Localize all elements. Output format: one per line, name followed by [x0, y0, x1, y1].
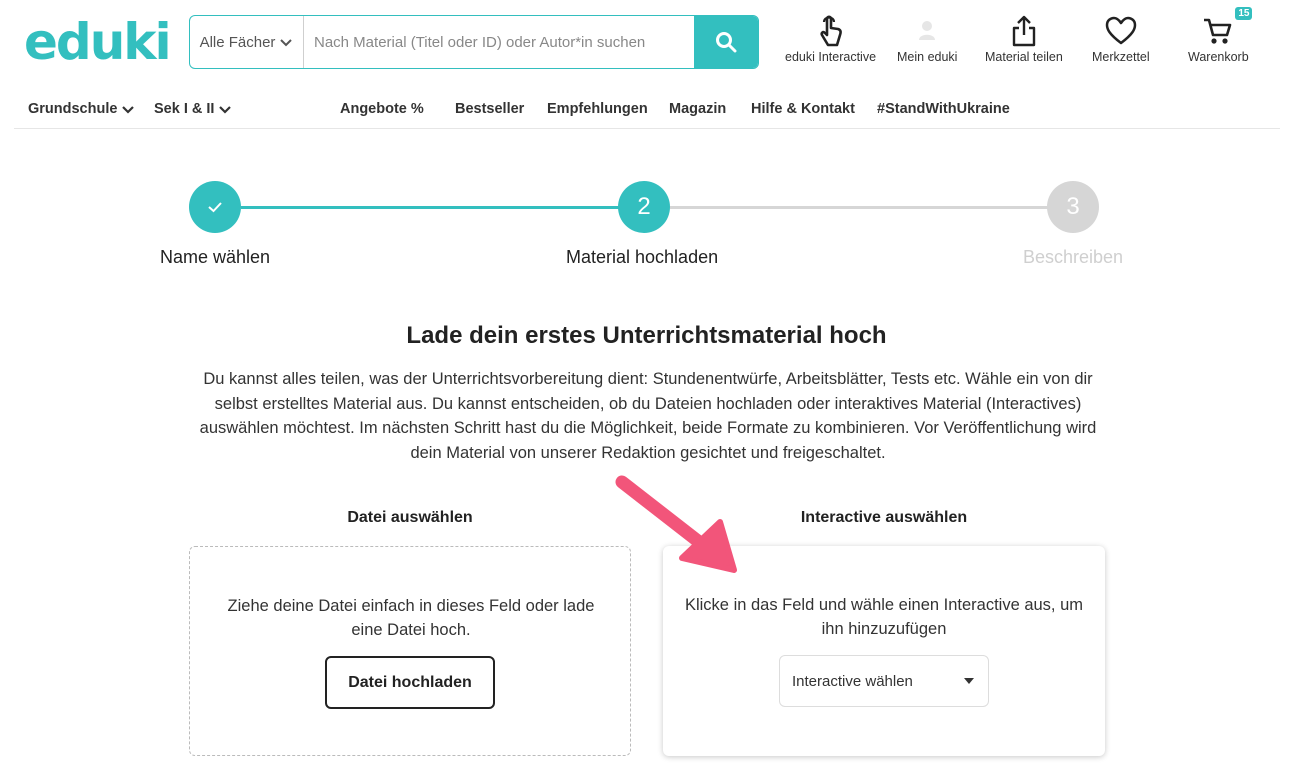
- header-icon-label: Warenkorb: [1188, 50, 1249, 64]
- share-icon: [1012, 15, 1036, 47]
- category-dropdown[interactable]: Alle Fächer: [190, 16, 304, 68]
- nav-label: Sek I & II: [154, 101, 215, 117]
- eduki-logo[interactable]: eduki: [24, 14, 172, 70]
- nav-empfehlungen[interactable]: Empfehlungen: [547, 101, 648, 117]
- nav-magazin[interactable]: Magazin: [669, 101, 726, 117]
- chevron-down-icon: [280, 39, 293, 47]
- step-number: 2: [637, 193, 651, 220]
- caret-down-icon: [964, 678, 974, 684]
- file-dropzone[interactable]: Ziehe deine Datei einfach in dieses Feld…: [189, 546, 631, 756]
- step-3-label: Beschreiben: [1023, 247, 1124, 267]
- intro-text: Du kannst alles teilen, was der Unterric…: [199, 370, 1097, 462]
- header-icon-label: Material teilen: [985, 50, 1063, 64]
- cart-count-badge: 15: [1235, 7, 1253, 20]
- nav-angebote[interactable]: Angebote %: [340, 101, 424, 117]
- nav-stand-with-ukraine[interactable]: #StandWithUkraine: [877, 101, 1010, 117]
- step-3-circle: 3: [1047, 181, 1099, 233]
- heart-icon: [1105, 16, 1137, 45]
- search-bar: Alle Fächer: [189, 15, 759, 69]
- header-material-teilen[interactable]: Material teilen: [985, 12, 1063, 64]
- step-1-label: Name wählen: [160, 247, 271, 267]
- chevron-down-icon: [122, 106, 135, 114]
- search-icon: [716, 32, 737, 53]
- hand-pointer-icon: [819, 15, 842, 47]
- cart-icon: [1204, 18, 1232, 44]
- stepper-line-upcoming: [670, 206, 1048, 209]
- nav-sek[interactable]: Sek I & II: [154, 101, 232, 117]
- header-warenkorb[interactable]: 15 Warenkorb: [1188, 7, 1253, 64]
- header-icon-label: eduki Interactive: [785, 50, 877, 64]
- file-section-heading: Datei auswählen: [347, 509, 473, 526]
- nav-label: Grundschule: [28, 101, 118, 117]
- category-label: Alle Fächer: [199, 33, 276, 51]
- header-icon-label: Mein eduki: [897, 50, 958, 64]
- header-icon-label: Merkzettel: [1092, 50, 1150, 64]
- step-2-label: Material hochladen: [566, 247, 719, 267]
- header-eduki-interactive[interactable]: eduki Interactive: [785, 12, 876, 64]
- header-mein-eduki[interactable]: Mein eduki: [897, 12, 957, 64]
- search-button[interactable]: [694, 16, 758, 68]
- header-divider: [14, 128, 1280, 129]
- chevron-down-icon: [219, 106, 232, 114]
- nav-bestseller[interactable]: Bestseller: [455, 101, 524, 117]
- file-upload-button[interactable]: Datei hochladen: [325, 656, 495, 709]
- step-1-circle: [189, 181, 241, 233]
- dropzone-text: Ziehe deine Datei einfach in dieses Feld…: [227, 597, 595, 639]
- nav-hilfe-kontakt[interactable]: Hilfe & Kontakt: [751, 101, 855, 117]
- annotation-arrow-icon: [615, 475, 737, 573]
- interactive-select-value: Interactive wählen: [792, 672, 913, 690]
- nav-grundschule[interactable]: Grundschule: [28, 101, 135, 117]
- step-2-circle: 2: [618, 181, 670, 233]
- search-input[interactable]: [304, 16, 694, 68]
- user-icon: [919, 21, 936, 40]
- interactive-select[interactable]: Interactive wählen: [779, 655, 989, 707]
- interactive-card-text: Klicke in das Feld und wähle einen Inter…: [684, 596, 1084, 638]
- stepper-line-done: [241, 206, 619, 209]
- step-number: 3: [1066, 193, 1080, 220]
- header-merkzettel[interactable]: Merkzettel: [1092, 12, 1150, 64]
- checkmark-icon: [208, 202, 222, 213]
- page-title: Lade dein erstes Unterrichtsmaterial hoc…: [406, 322, 887, 349]
